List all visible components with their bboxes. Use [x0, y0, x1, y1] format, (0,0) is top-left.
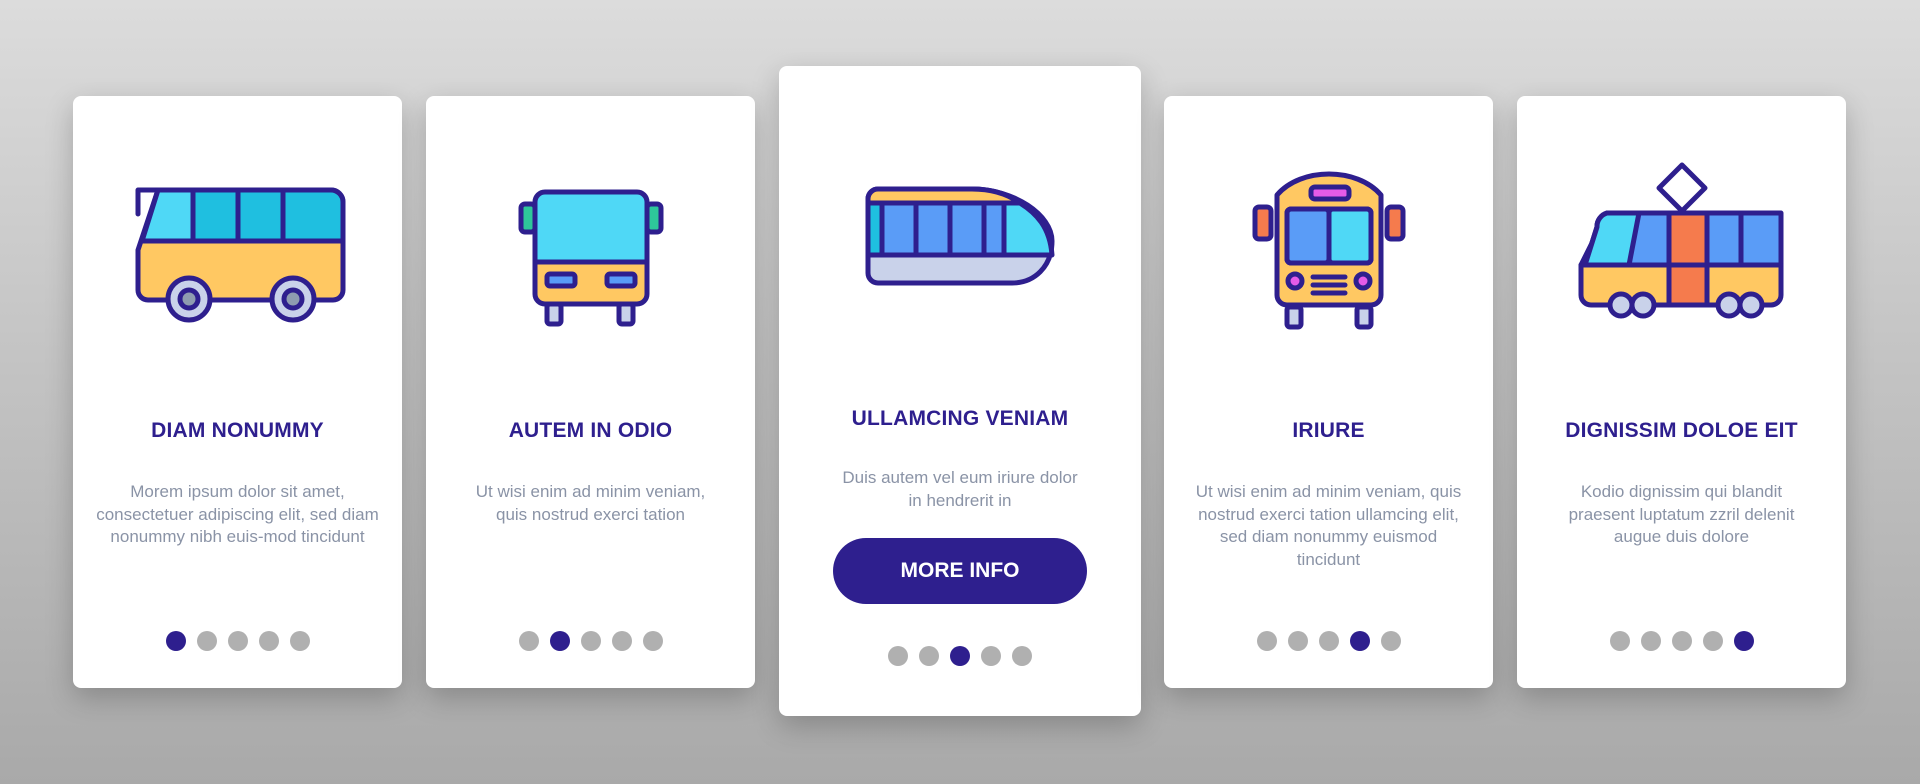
page-dot-2[interactable]: [549, 631, 570, 651]
page-dot-4[interactable]: [981, 646, 1001, 666]
page-dot-1[interactable]: [1256, 631, 1277, 651]
onboarding-card-1: DIAM NONUMMY Morem ipsum dolor sit amet,…: [73, 96, 402, 688]
page-dot-5[interactable]: [1380, 631, 1401, 651]
card-description: Kodio dignissim qui blandit praesent lup…: [1568, 482, 1795, 546]
onboarding-card-3: ULLAMCING VENIAM Duis autem vel eum iriu…: [779, 66, 1141, 716]
page-indicator: [779, 646, 1141, 666]
page-dot-2[interactable]: [1287, 631, 1308, 651]
page-indicator: [426, 631, 755, 651]
card-description: Ut wisi enim ad minim veniam, quis nostr…: [475, 482, 706, 524]
page-dot-1[interactable]: [1609, 631, 1630, 651]
page-dot-5[interactable]: [289, 631, 310, 651]
page-dot-5[interactable]: [642, 631, 663, 651]
page-dot-1[interactable]: [518, 631, 539, 651]
page-dot-4[interactable]: [1702, 631, 1723, 651]
page-dot-3[interactable]: [227, 631, 248, 651]
page-dot-4[interactable]: [258, 631, 279, 651]
page-indicator: [73, 631, 402, 651]
card-title: ULLAMCING VENIAM: [851, 407, 1069, 430]
page-dot-4[interactable]: [611, 631, 632, 651]
page-indicator: [1164, 631, 1493, 651]
card-title: IRIURE: [1292, 419, 1365, 442]
card-title: DIGNISSIM DOLOE EIT: [1565, 419, 1798, 442]
card-description: Morem ipsum dolor sit amet, consectetuer…: [96, 482, 379, 546]
onboarding-card-5: DIGNISSIM DOLOE EIT Kodio dignissim qui …: [1517, 96, 1846, 688]
card-title: AUTEM IN ODIO: [508, 419, 673, 442]
page-dot-2[interactable]: [196, 631, 217, 651]
train-icon: [865, 186, 1055, 286]
tram-icon: [1578, 162, 1783, 319]
onboarding-card-4: IRIURE Ut wisi enim ad minim veniam, qui…: [1164, 96, 1493, 688]
page-dot-3[interactable]: [950, 646, 970, 666]
card-title: DIAM NONUMMY: [151, 419, 324, 442]
school-bus-icon: [1252, 171, 1405, 330]
page-dot-3[interactable]: [1671, 631, 1692, 651]
page-dot-2[interactable]: [1640, 631, 1661, 651]
bus-side-icon: [135, 187, 345, 323]
more-info-button[interactable]: MORE INFO: [833, 538, 1087, 604]
page-dot-1[interactable]: [888, 646, 908, 666]
card-description: Duis autem vel eum iriure dolor in hendr…: [842, 468, 1078, 510]
page-dot-5[interactable]: [1733, 631, 1754, 651]
onboarding-card-2: AUTEM IN ODIO Ut wisi enim ad minim veni…: [426, 96, 755, 688]
page-dot-3[interactable]: [580, 631, 601, 651]
card-description: Ut wisi enim ad minim veniam, quis nostr…: [1195, 482, 1462, 569]
page-dot-4[interactable]: [1349, 631, 1370, 651]
page-dot-2[interactable]: [919, 646, 939, 666]
page-dot-1[interactable]: [165, 631, 186, 651]
page-dot-5[interactable]: [1012, 646, 1032, 666]
page-dot-3[interactable]: [1318, 631, 1339, 651]
page-indicator: [1517, 631, 1846, 651]
bus-front-icon: [518, 189, 663, 327]
